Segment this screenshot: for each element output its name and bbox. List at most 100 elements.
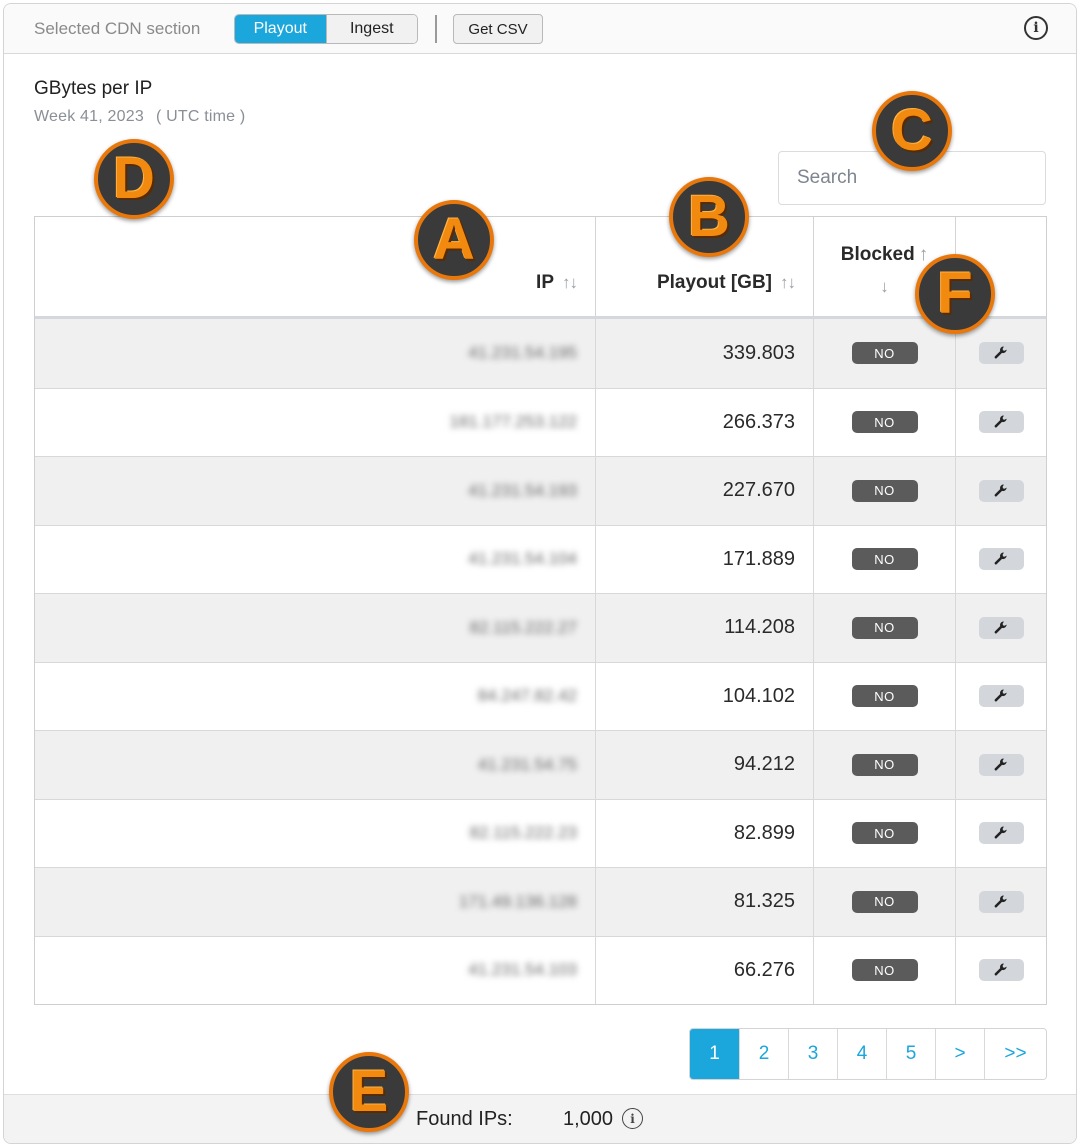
- cdn-section-label: Selected CDN section: [34, 19, 201, 38]
- wrench-button[interactable]: [978, 479, 1024, 502]
- ip-address: 82.115.222.23: [469, 823, 577, 843]
- table-header: IP ↑↓ Playout [GB] ↑↓ Blocked ↑ ↓: [35, 217, 1046, 319]
- ip-cell: 171.49.136.128: [35, 868, 596, 936]
- ip-cell: 41.231.54.193: [35, 457, 596, 525]
- wrench-icon: [993, 825, 1009, 841]
- table-row: 41.231.54.103 66.276 NO: [35, 935, 1046, 1005]
- blocked-cell: NO: [814, 662, 956, 730]
- table-row: 84.247.82.42 104.102 NO: [35, 661, 1046, 731]
- wrench-button[interactable]: [978, 822, 1024, 845]
- blocked-cell: NO: [814, 525, 956, 593]
- ip-cell: 41.231.54.104: [35, 525, 596, 593]
- wrench-button[interactable]: [978, 548, 1024, 571]
- wrench-icon: [993, 345, 1009, 361]
- page-button[interactable]: >>: [984, 1029, 1046, 1079]
- playout-cell: 94.212: [596, 731, 814, 799]
- page-button[interactable]: 1: [690, 1029, 739, 1079]
- actions-cell: [956, 594, 1046, 662]
- table-row: 181.177.253.122 266.373 NO: [35, 387, 1046, 456]
- segment-ingest[interactable]: Ingest: [325, 15, 417, 43]
- wrench-icon: [993, 551, 1009, 567]
- cdn-section-toggle: Playout Ingest: [234, 14, 418, 44]
- blocked-status-badge[interactable]: NO: [851, 959, 918, 982]
- ip-address: 41.231.54.104: [468, 549, 577, 569]
- wrench-button[interactable]: [978, 890, 1024, 913]
- playout-cell: 171.889: [596, 525, 814, 593]
- callout-marker: E: [329, 1052, 409, 1132]
- blocked-status-badge[interactable]: NO: [851, 753, 918, 776]
- app-window: Selected CDN section Playout Ingest Get …: [3, 3, 1077, 1144]
- blocked-status-badge[interactable]: NO: [851, 890, 918, 913]
- page-button[interactable]: 2: [739, 1029, 788, 1079]
- blocked-status-badge[interactable]: NO: [851, 685, 918, 708]
- blocked-status-badge[interactable]: NO: [851, 616, 918, 639]
- wrench-button[interactable]: [978, 411, 1024, 434]
- wrench-icon: [993, 483, 1009, 499]
- playout-cell: 339.803: [596, 319, 814, 388]
- wrench-button[interactable]: [978, 342, 1024, 365]
- pagination: 1 2 3 4 5 > >>: [689, 1028, 1047, 1080]
- table-row: 82.115.222.23 82.899 NO: [35, 798, 1046, 868]
- playout-cell: 66.276: [596, 936, 814, 1004]
- wrench-button[interactable]: [978, 753, 1024, 776]
- blocked-cell: NO: [814, 594, 956, 662]
- table-row: 41.231.54.195 339.803 NO: [35, 319, 1046, 388]
- column-header-ip[interactable]: IP ↑↓: [35, 217, 596, 316]
- wrench-icon: [993, 688, 1009, 704]
- actions-cell: [956, 457, 1046, 525]
- ip-table: IP ↑↓ Playout [GB] ↑↓ Blocked ↑ ↓ 41.231.…: [34, 216, 1047, 1005]
- blocked-cell: NO: [814, 868, 956, 936]
- blocked-status-badge[interactable]: NO: [851, 548, 918, 571]
- table-row: 41.231.54.193 227.670 NO: [35, 456, 1046, 525]
- table-row: 171.49.136.128 81.325 NO: [35, 867, 1046, 936]
- week-label: Week 41, 2023: [34, 108, 144, 125]
- sort-arrows-icon: ↑↓: [780, 273, 796, 292]
- blocked-status-badge[interactable]: NO: [851, 342, 918, 365]
- ip-address: 41.231.54.103: [468, 960, 577, 980]
- segment-playout[interactable]: Playout: [235, 15, 326, 43]
- table-row: 41.231.54.75 94.212 NO: [35, 730, 1046, 799]
- info-icon[interactable]: i: [622, 1108, 643, 1129]
- wrench-button[interactable]: [978, 616, 1024, 639]
- blocked-status-badge[interactable]: NO: [851, 411, 918, 434]
- page-button[interactable]: >: [935, 1029, 984, 1079]
- callout-marker: B: [669, 177, 749, 257]
- playout-cell: 82.899: [596, 799, 814, 867]
- get-csv-button[interactable]: Get CSV: [453, 14, 543, 44]
- column-header-ip-label: IP: [536, 272, 554, 293]
- info-icon[interactable]: i: [1024, 16, 1048, 40]
- callout-marker: A: [414, 200, 494, 280]
- wrench-button[interactable]: [978, 685, 1024, 708]
- callout-marker: F: [915, 254, 995, 334]
- blocked-status-badge[interactable]: NO: [851, 479, 918, 502]
- sort-arrows-icon: ↑↓: [562, 273, 578, 292]
- ip-address: 181.177.253.122: [449, 412, 577, 432]
- found-ips-label: Found IPs:: [416, 1108, 513, 1130]
- actions-cell: [956, 663, 1046, 731]
- blocked-cell: NO: [814, 388, 956, 456]
- table-row: 82.115.222.27 114.208 NO: [35, 593, 1046, 662]
- sort-up-icon: ↑: [918, 244, 929, 265]
- page-button[interactable]: 5: [886, 1029, 935, 1079]
- wrench-button[interactable]: [978, 959, 1024, 982]
- ip-address: 82.115.222.27: [469, 617, 577, 637]
- blocked-cell: NO: [814, 319, 956, 388]
- actions-cell: [956, 800, 1046, 868]
- actions-cell: [956, 937, 1046, 1005]
- ip-cell: 41.231.54.195: [35, 319, 596, 388]
- page-title: GBytes per IP: [34, 78, 153, 99]
- toolbar-divider: [435, 15, 437, 43]
- wrench-icon: [993, 962, 1009, 978]
- column-header-blocked-label: Blocked: [840, 244, 915, 265]
- ip-cell: 41.231.54.75: [35, 731, 596, 799]
- ip-address: 41.231.54.195: [468, 343, 577, 363]
- blocked-status-badge[interactable]: NO: [851, 822, 918, 845]
- blocked-cell: NO: [814, 936, 956, 1004]
- page-button[interactable]: 3: [788, 1029, 837, 1079]
- ip-cell: 82.115.222.27: [35, 594, 596, 662]
- page-button[interactable]: 4: [837, 1029, 886, 1079]
- ip-cell: 84.247.82.42: [35, 662, 596, 730]
- toolbar: Selected CDN section Playout Ingest Get …: [4, 4, 1076, 54]
- playout-cell: 81.325: [596, 868, 814, 936]
- footer-bar: Found IPs: 1,000 i: [4, 1094, 1076, 1143]
